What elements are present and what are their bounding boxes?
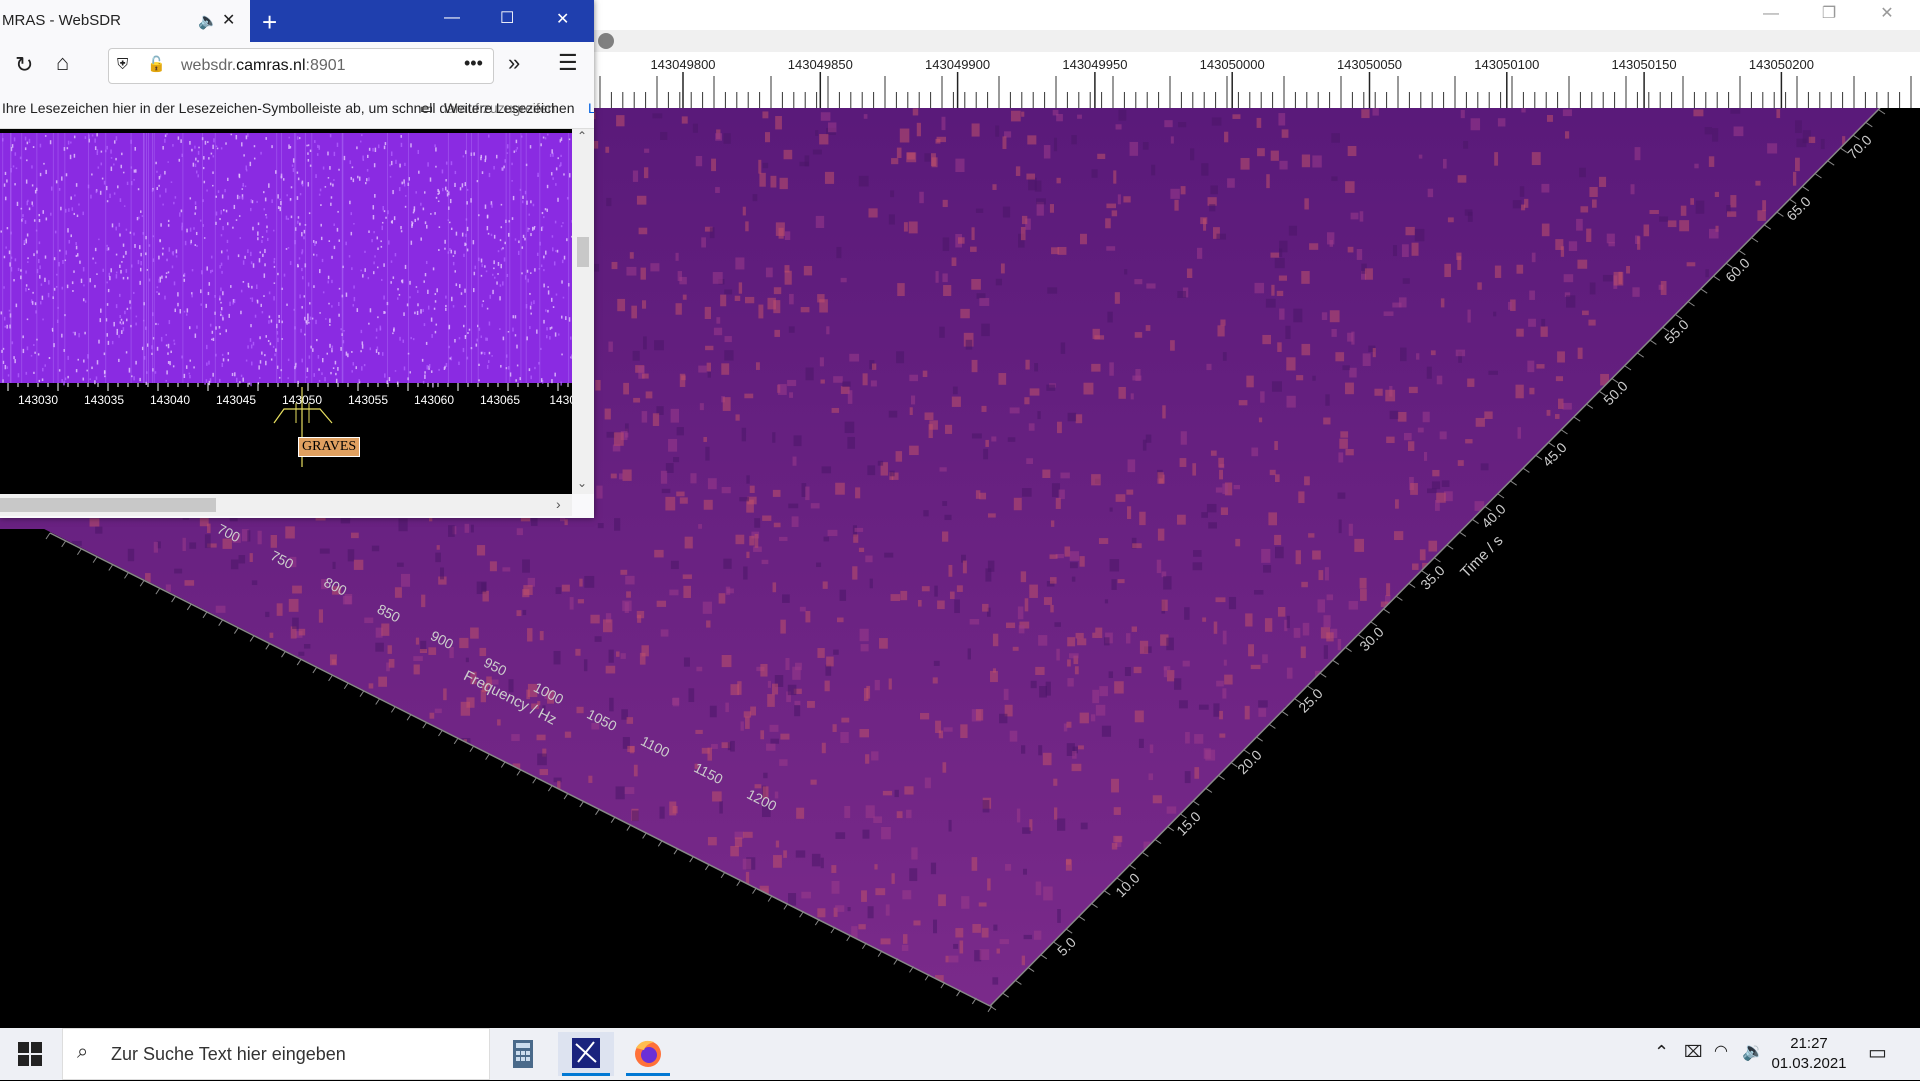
scroll-down-icon[interactable]: ⌄ (577, 476, 587, 490)
freq-tick-label: 143050000 (1200, 57, 1265, 72)
maximize-icon[interactable]: ☐ (500, 8, 514, 28)
freq-tick-label: 143050200 (1749, 57, 1814, 72)
clock-time: 21:27 (1790, 1035, 1828, 1052)
wifi-icon[interactable]: ◠ (1714, 1041, 1728, 1061)
browser-window: MRAS - WebSDR 🔈 ✕ + — ☐ ✕ ↻ ⌂ ⛨ 🔓 websdr… (0, 0, 594, 518)
horizontal-scroll-thumb[interactable] (0, 498, 216, 512)
tab-bar: MRAS - WebSDR 🔈 ✕ + — ☐ ✕ (0, 0, 594, 42)
search-icon: ⌕ (77, 1041, 89, 1063)
folder-icon[interactable]: ▭ (420, 100, 433, 117)
speaker-icon[interactable]: 🔈 (198, 11, 218, 31)
new-tab-icon[interactable]: + (262, 7, 277, 38)
notification-icon[interactable]: ▭ (1868, 1040, 1887, 1065)
freq-tick-label: 143049900 (925, 57, 990, 72)
page-actions-icon[interactable]: ••• (464, 53, 483, 74)
freq-tick-label: 143049850 (788, 57, 853, 72)
waterfall-tick-label: 143065 (480, 393, 520, 407)
vertical-scroll-thumb[interactable] (577, 237, 589, 267)
waterfall-tick-label: 143035 (84, 393, 124, 407)
insecure-lock-icon[interactable]: 🔓 (147, 55, 166, 73)
close-tab-icon[interactable]: ✕ (222, 10, 235, 30)
shield-icon[interactable]: ⛨ (117, 56, 128, 73)
horizontal-scrollbar[interactable]: › (0, 494, 572, 516)
waterfall-image[interactable] (0, 133, 572, 383)
tab-websdr[interactable]: MRAS - WebSDR 🔈 ✕ (0, 0, 250, 42)
menu-icon[interactable]: ☰ (558, 50, 578, 76)
chevron-up-icon[interactable]: ⌃ (1654, 1042, 1669, 1063)
search-input[interactable]: Zur Suche Text hier eingeben (111, 1044, 346, 1065)
navigation-toolbar: ↻ ⌂ ⛨ 🔓 websdr.camras.nl:8901 ••• » ☰ (0, 42, 594, 90)
minimize-button[interactable]: — (1742, 0, 1800, 30)
close-window-icon[interactable]: ✕ (556, 9, 569, 29)
firefox-app-icon[interactable] (620, 1032, 676, 1076)
waterfall-tick-label: 143045 (216, 393, 256, 407)
freq-tick-label: 143049950 (1062, 57, 1127, 72)
restore-button[interactable]: ❐ (1800, 0, 1858, 30)
clock-date: 01.03.2021 (1771, 1055, 1847, 1072)
websdr-page: 143030 143035 143040 143045 143050 143055 1430… (0, 129, 572, 494)
frequency-scale-bar: 143049800 143049850 143049900 143049950 1430… (590, 30, 1920, 108)
position-slider-track[interactable] (590, 30, 1920, 52)
waterfall-tick-label: 143055 (348, 393, 388, 407)
tab-title: MRAS - WebSDR (2, 12, 121, 29)
scroll-up-icon[interactable]: ⌃ (577, 129, 587, 143)
waterfall-tick-label: 143030 (18, 393, 58, 407)
waterfall-tick-label: 143060 (414, 393, 454, 407)
passband-marker[interactable] (273, 408, 333, 424)
vertical-scrollbar[interactable]: ⌃ ⌄ (572, 129, 594, 494)
home-icon[interactable]: ⌂ (56, 50, 69, 76)
battery-icon[interactable]: ⌧ (1684, 1042, 1702, 1062)
freq-tick-label: 143050150 (1612, 57, 1677, 72)
scroll-right-icon[interactable]: › (556, 496, 561, 512)
learn-more-link[interactable]: L (588, 100, 594, 116)
windows-start-icon[interactable] (18, 1042, 42, 1066)
position-slider-knob[interactable] (598, 33, 614, 49)
taskbar-search[interactable]: ⌕ Zur Suche Text hier eingeben (62, 1028, 490, 1080)
reload-icon[interactable]: ↻ (15, 52, 33, 78)
waterfall-tick-label: 14307 (549, 393, 572, 407)
freq-tick-label: 143049800 (650, 57, 715, 72)
freq-tick-label: 143050100 (1474, 57, 1539, 72)
freq-tick-label: 143050050 (1337, 57, 1402, 72)
clock[interactable]: 21:27 01.03.2021 (1766, 1034, 1852, 1074)
volume-icon[interactable]: 🔉 (1742, 1041, 1764, 1062)
url-text[interactable]: websdr.camras.nl:8901 (181, 57, 346, 75)
graves-marker[interactable]: GRAVES (298, 437, 361, 457)
calculator-app-icon[interactable] (495, 1032, 551, 1076)
websdr-app-icon[interactable] (558, 1032, 614, 1076)
waterfall-display[interactable]: 143030 143035 143040 143045 143050 143055 1430… (0, 133, 572, 493)
url-bar[interactable]: ⛨ 🔓 websdr.camras.nl:8901 ••• (108, 48, 494, 84)
other-bookmarks[interactable]: Weitere Lesezeichen (444, 100, 575, 116)
minimize-icon[interactable]: — (444, 9, 460, 27)
taskbar: ⌕ Zur Suche Text hier eingeben ⌃ ⌧ ◠ 🔉 2… (0, 1028, 1920, 1080)
close-button[interactable]: ✕ (1858, 0, 1916, 30)
waterfall-tick-label: 143040 (150, 393, 190, 407)
bookmarks-toolbar: Ihre Lesezeichen hier in der Lesezeichen… (0, 90, 594, 129)
overflow-chevron-icon[interactable]: » (508, 50, 520, 76)
